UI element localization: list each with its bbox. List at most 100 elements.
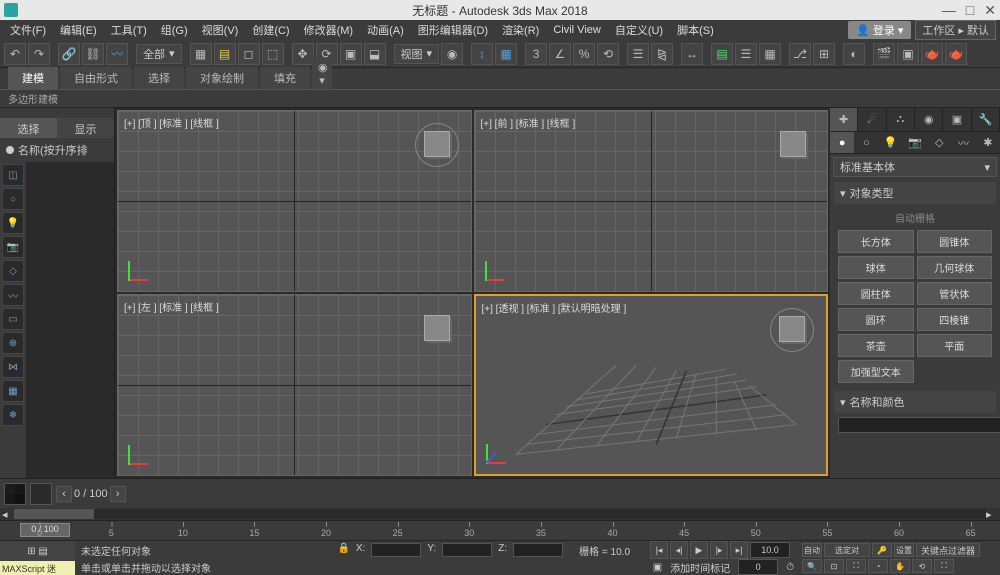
pyramid-button[interactable]: 四棱锥: [917, 308, 993, 331]
login-button[interactable]: 👤登录 ▾: [848, 21, 911, 39]
goto-end-button[interactable]: ▸|: [730, 541, 748, 559]
rendered-frame-button[interactable]: ▣: [897, 43, 919, 65]
motion-tab[interactable]: ◉: [915, 108, 943, 131]
status-left-icons[interactable]: ⊞ ▤: [0, 541, 75, 561]
angle-snap-button[interactable]: ∠: [549, 43, 571, 65]
scene-tab-display[interactable]: 显示: [57, 118, 114, 138]
viewcube[interactable]: [773, 125, 813, 165]
align-button[interactable]: ↔: [681, 43, 703, 65]
link-button[interactable]: 🔗: [58, 43, 80, 65]
ribbon-tab-modeling[interactable]: 建模: [8, 67, 58, 89]
nav-orbit-icon[interactable]: ⟲: [912, 559, 932, 573]
nav-zoomextents-icon[interactable]: ⛶: [846, 559, 866, 573]
spacewarps-icon[interactable]: 〰: [951, 132, 975, 153]
display-spacewarps-icon[interactable]: 〰: [2, 284, 24, 306]
display-frozen-icon[interactable]: ❄: [2, 404, 24, 426]
viewport-top[interactable]: [+] [顶 ] [标准 ] [线框 ]: [117, 110, 472, 292]
coord-x-input[interactable]: [371, 543, 421, 557]
isolate-icon[interactable]: ▣: [653, 562, 662, 573]
pager-prev[interactable]: ‹: [56, 486, 72, 502]
named-selection-button[interactable]: ☰: [627, 43, 649, 65]
name-column-header[interactable]: 名称(按升序排: [18, 142, 88, 158]
scene-tab-select[interactable]: 选择: [0, 118, 57, 138]
horizontal-scrollbar[interactable]: ◂ ▸: [0, 508, 1000, 520]
menu-customize[interactable]: 自定义(U): [609, 20, 669, 40]
autogrid-checkbox[interactable]: 自动栅格: [838, 208, 992, 227]
select-place-button[interactable]: ⬓: [364, 43, 386, 65]
select-scale-button[interactable]: ▣: [340, 43, 362, 65]
display-geometry-icon[interactable]: ◫: [2, 164, 24, 186]
select-manipulate-button[interactable]: ↕: [471, 43, 493, 65]
display-cameras-icon[interactable]: 📷: [2, 236, 24, 258]
prev-frame-button[interactable]: ◂|: [670, 541, 688, 559]
cone-button[interactable]: 圆锥体: [917, 230, 993, 253]
menu-scripting[interactable]: 脚本(S): [671, 20, 720, 40]
subcategory-dropdown[interactable]: 标准基本体▾: [833, 157, 997, 177]
toggle-scene-explorer-button[interactable]: ▤: [711, 43, 733, 65]
material-editor-button[interactable]: ◐: [843, 43, 865, 65]
ribbon-tab-selection[interactable]: 选择: [134, 67, 184, 89]
cameras-icon[interactable]: 📷: [903, 132, 927, 153]
time-slider[interactable]: 0 / 100 05101520253035404550556065: [0, 520, 1000, 540]
key-filters-button[interactable]: 关键点过滤器: [916, 543, 980, 557]
ribbon-tab-more[interactable]: ◉ ▾: [312, 59, 332, 89]
snap-toggle-button[interactable]: 3: [525, 43, 547, 65]
ribbon-tab-populate[interactable]: 填充: [260, 67, 310, 89]
toggle-layer-explorer-button[interactable]: ☰: [735, 43, 757, 65]
nav-zoom-icon[interactable]: 🔍: [802, 559, 822, 573]
mirror-button[interactable]: ⧎: [651, 43, 673, 65]
cylinder-button[interactable]: 圆柱体: [838, 282, 914, 305]
display-helpers-icon[interactable]: ◇: [2, 260, 24, 282]
geometry-icon[interactable]: ●: [830, 132, 854, 153]
menu-file[interactable]: 文件(F): [4, 20, 52, 40]
goto-start-button[interactable]: |◂: [650, 541, 668, 559]
add-time-tag-button[interactable]: 添加时间标记: [670, 560, 730, 575]
display-lights-icon[interactable]: 💡: [2, 212, 24, 234]
menu-modifiers[interactable]: 修改器(M): [298, 20, 360, 40]
selection-filter-dropdown[interactable]: 全部 ▾: [136, 44, 182, 64]
nav-maximize-icon[interactable]: ⛶: [934, 559, 954, 573]
viewport-label[interactable]: [+] [前 ] [标准 ] [线框 ]: [481, 115, 576, 130]
display-tab[interactable]: ▣: [943, 108, 971, 131]
current-frame-input[interactable]: [750, 542, 790, 558]
helpers-icon[interactable]: ◇: [927, 132, 951, 153]
sphere-button[interactable]: 球体: [838, 256, 914, 279]
menu-edit[interactable]: 编辑(E): [54, 20, 103, 40]
viewport-layout-button[interactable]: [4, 483, 26, 505]
modify-tab[interactable]: ☄: [858, 108, 886, 131]
unlink-button[interactable]: ⛓: [82, 43, 104, 65]
render-iterative-button[interactable]: 🫖: [945, 43, 967, 65]
display-bones-icon[interactable]: ⋈: [2, 356, 24, 378]
hierarchy-tab[interactable]: ⛬: [887, 108, 915, 131]
rollout-header[interactable]: ▾ 名称和颜色: [834, 391, 996, 413]
viewcube[interactable]: [417, 125, 457, 165]
time-config-button[interactable]: ⏱: [786, 562, 794, 573]
menu-create[interactable]: 创建(C): [246, 20, 295, 40]
plane-button[interactable]: 平面: [917, 334, 993, 357]
window-crossing-button[interactable]: ⬚: [262, 43, 284, 65]
minimize-button[interactable]: —: [942, 2, 956, 19]
textplus-button[interactable]: 加强型文本: [838, 360, 914, 383]
select-region-rect-button[interactable]: ◻: [238, 43, 260, 65]
viewport-perspective[interactable]: [+] [透视 ] [标准 ] [默认明暗处理 ]: [474, 294, 829, 476]
spinner-snap-button[interactable]: ⟲: [597, 43, 619, 65]
ref-coord-dropdown[interactable]: 视图 ▾: [394, 44, 440, 64]
toggle-ribbon-button[interactable]: ▦: [759, 43, 781, 65]
lights-icon[interactable]: 💡: [879, 132, 903, 153]
close-button[interactable]: ✕: [984, 2, 996, 19]
setkey-button[interactable]: 设置: [894, 543, 914, 557]
key-mode-icon[interactable]: 🔑: [872, 543, 892, 557]
nav-pan-icon[interactable]: ✋: [890, 559, 910, 573]
viewport-layout-alt-button[interactable]: [30, 483, 52, 505]
menu-animation[interactable]: 动画(A): [361, 20, 410, 40]
use-pivot-center-button[interactable]: ◉: [441, 43, 463, 65]
scene-explorer-list[interactable]: [26, 162, 114, 478]
systems-icon[interactable]: ✱: [976, 132, 1000, 153]
pager-next[interactable]: ›: [110, 486, 126, 502]
bind-spacewarp-button[interactable]: 〰: [106, 43, 128, 65]
viewport-label[interactable]: [+] [左 ] [标准 ] [线框 ]: [124, 299, 219, 314]
selected-label[interactable]: 选定对: [824, 543, 870, 557]
menu-civilview[interactable]: Civil View: [547, 22, 606, 38]
percent-snap-button[interactable]: %: [573, 43, 595, 65]
redo-button[interactable]: ↷: [28, 43, 50, 65]
